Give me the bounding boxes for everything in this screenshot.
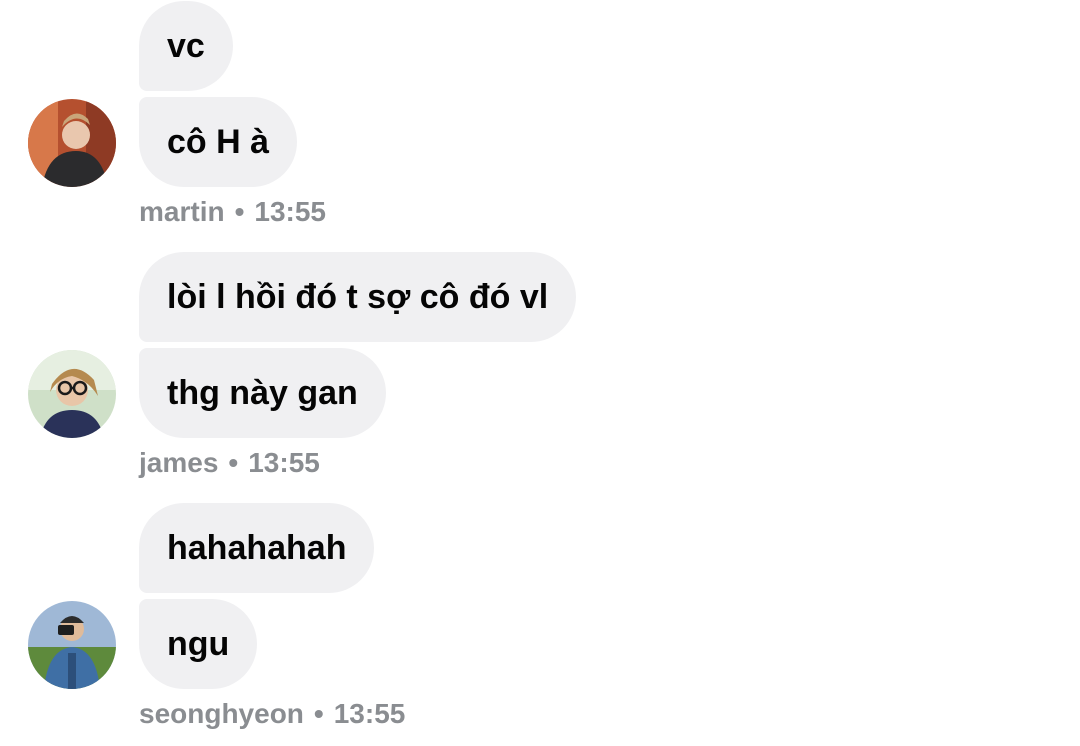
message-meta: martin • 13:55 [139, 195, 326, 229]
separator-dot: • [234, 196, 245, 227]
message-bubble[interactable]: lòi l hồi đó t sợ cô đó vl [139, 252, 577, 342]
user-avatar-icon [28, 350, 116, 438]
message-meta: seonghyeon • 13:55 [139, 697, 405, 731]
sender-name: martin [139, 196, 225, 227]
message-bubble[interactable]: thg này gan [139, 348, 386, 438]
message-text: vc [167, 26, 205, 65]
avatar[interactable] [28, 601, 116, 689]
message-bubble[interactable]: ngu [139, 599, 258, 689]
message-text: cô H à [167, 122, 270, 161]
message-text: lòi l hồi đó t sợ cô đó vl [167, 277, 549, 316]
message-text: thg này gan [167, 373, 358, 412]
message-bubble[interactable]: vc [139, 1, 233, 91]
avatar[interactable] [28, 350, 116, 438]
timestamp: 13:55 [248, 447, 320, 478]
separator-dot: • [313, 698, 324, 729]
message-bubble[interactable]: cô H à [139, 97, 298, 187]
sender-name: james [139, 447, 219, 478]
message-text: ngu [167, 624, 230, 663]
avatar[interactable] [28, 99, 116, 187]
message-meta: james • 13:55 [139, 446, 320, 480]
separator-dot: • [228, 447, 239, 478]
user-avatar-icon [28, 99, 116, 187]
timestamp: 13:55 [254, 196, 327, 227]
user-avatar-icon [28, 601, 116, 689]
timestamp: 13:55 [333, 698, 406, 729]
message-text: hahahahah [167, 528, 347, 567]
message-bubble[interactable]: hahahahah [139, 503, 375, 593]
sender-name: seonghyeon [139, 698, 304, 729]
